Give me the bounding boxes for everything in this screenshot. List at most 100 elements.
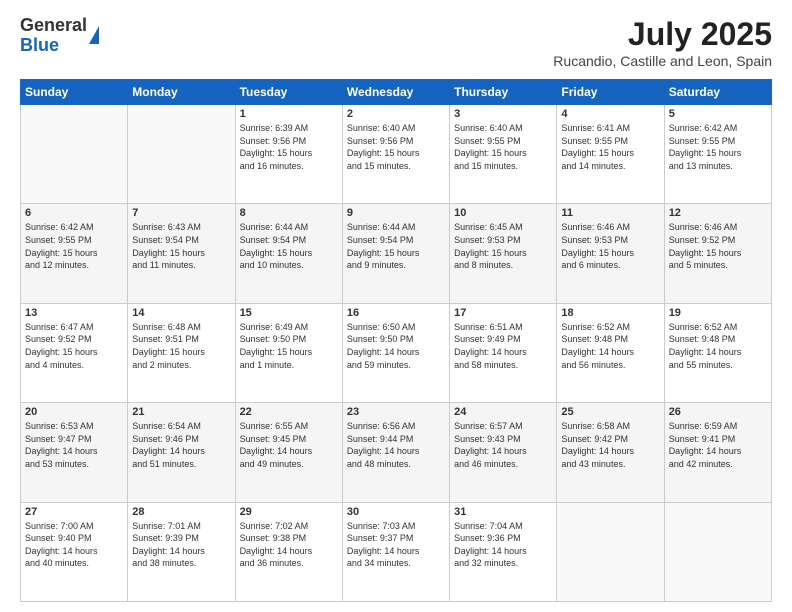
day-info: Sunrise: 6:40 AM Sunset: 9:56 PM Dayligh…: [347, 122, 445, 172]
logo-blue: Blue: [20, 35, 59, 55]
day-number: 1: [240, 108, 338, 120]
table-cell: 24Sunrise: 6:57 AM Sunset: 9:43 PM Dayli…: [450, 403, 557, 502]
day-number: 16: [347, 307, 445, 319]
day-info: Sunrise: 6:54 AM Sunset: 9:46 PM Dayligh…: [132, 420, 230, 470]
calendar: Sunday Monday Tuesday Wednesday Thursday…: [20, 79, 772, 602]
day-info: Sunrise: 6:58 AM Sunset: 9:42 PM Dayligh…: [561, 420, 659, 470]
day-info: Sunrise: 6:41 AM Sunset: 9:55 PM Dayligh…: [561, 122, 659, 172]
day-number: 21: [132, 406, 230, 418]
table-cell: 13Sunrise: 6:47 AM Sunset: 9:52 PM Dayli…: [21, 303, 128, 402]
table-cell: 17 Sunrise: 6:51 AM Sunset: 9:49 PM Dayli…: [450, 303, 557, 402]
title-block: July 2025 Rucandio, Castille and Leon, S…: [553, 16, 772, 69]
col-tuesday: Tuesday: [235, 80, 342, 105]
day-info: Sunrise: 6:45 AM Sunset: 9:53 PM Dayligh…: [454, 221, 552, 271]
day-number: 7: [132, 207, 230, 219]
table-cell: 3Sunrise: 6:40 AM Sunset: 9:55 PM Daylig…: [450, 105, 557, 204]
day-number: 14: [132, 307, 230, 319]
logo-triangle-icon: [89, 26, 99, 44]
table-cell: 20 Sunrise: 6:53 AM Sunset: 9:47 PM Dayli…: [21, 403, 128, 502]
day-number: 30: [347, 506, 445, 518]
day-info: Sunrise: 6:40 AM Sunset: 9:55 PM Dayligh…: [454, 122, 552, 172]
table-cell: [664, 502, 771, 601]
table-cell: 18Sunrise: 6:52 AM Sunset: 9:48 PM Dayli…: [557, 303, 664, 402]
table-cell: 15 Sunrise: 6:49 AM Sunset: 9:50 PM Dayli…: [235, 303, 342, 402]
day-number: 10: [454, 207, 552, 219]
main-title: July 2025: [553, 16, 772, 53]
day-number: 11: [561, 207, 659, 219]
day-number: 2: [347, 108, 445, 120]
table-cell: 22 Sunrise: 6:55 AM Sunset: 9:45 PM Dayli…: [235, 403, 342, 502]
col-monday: Monday: [128, 80, 235, 105]
day-number: 5: [669, 108, 767, 120]
table-cell: 28 Sunrise: 7:01 AM Sunset: 9:39 PM Dayli…: [128, 502, 235, 601]
day-info: Sunrise: 6:42 AM Sunset: 9:55 PM Dayligh…: [25, 221, 123, 271]
day-info: Sunrise: 7:01 AM Sunset: 9:39 PM Dayligh…: [132, 520, 230, 570]
day-info: Sunrise: 7:00 AM Sunset: 9:40 PM Dayligh…: [25, 520, 123, 570]
day-info: Sunrise: 6:46 AM Sunset: 9:53 PM Dayligh…: [561, 221, 659, 271]
table-cell: 29Sunrise: 7:02 AM Sunset: 9:38 PM Dayli…: [235, 502, 342, 601]
table-cell: [21, 105, 128, 204]
subtitle: Rucandio, Castille and Leon, Spain: [553, 53, 772, 69]
day-number: 17: [454, 307, 552, 319]
day-info: Sunrise: 6:43 AM Sunset: 9:54 PM Dayligh…: [132, 221, 230, 271]
table-cell: 1 Sunrise: 6:39 AM Sunset: 9:56 PM Daylig…: [235, 105, 342, 204]
day-info: Sunrise: 6:48 AM Sunset: 9:51 PM Dayligh…: [132, 321, 230, 371]
day-number: 15: [240, 307, 338, 319]
day-number: 27: [25, 506, 123, 518]
day-info: Sunrise: 6:53 AM Sunset: 9:47 PM Dayligh…: [25, 420, 123, 470]
day-number: 8: [240, 207, 338, 219]
day-info: Sunrise: 6:52 AM Sunset: 9:48 PM Dayligh…: [561, 321, 659, 371]
day-number: 4: [561, 108, 659, 120]
day-info: Sunrise: 6:55 AM Sunset: 9:45 PM Dayligh…: [240, 420, 338, 470]
table-cell: 14 Sunrise: 6:48 AM Sunset: 9:51 PM Dayli…: [128, 303, 235, 402]
table-cell: 23 Sunrise: 6:56 AM Sunset: 9:44 PM Dayli…: [342, 403, 449, 502]
logo: General Blue: [20, 16, 99, 56]
table-cell: 9Sunrise: 6:44 AM Sunset: 9:54 PM Daylig…: [342, 204, 449, 303]
day-info: Sunrise: 6:42 AM Sunset: 9:55 PM Dayligh…: [669, 122, 767, 172]
table-cell: 31 Sunrise: 7:04 AM Sunset: 9:36 PM Dayli…: [450, 502, 557, 601]
table-cell: 5 Sunrise: 6:42 AM Sunset: 9:55 PM Daylig…: [664, 105, 771, 204]
table-cell: [557, 502, 664, 601]
day-info: Sunrise: 6:49 AM Sunset: 9:50 PM Dayligh…: [240, 321, 338, 371]
day-number: 25: [561, 406, 659, 418]
day-info: Sunrise: 7:04 AM Sunset: 9:36 PM Dayligh…: [454, 520, 552, 570]
day-number: 28: [132, 506, 230, 518]
calendar-week-row: 20 Sunrise: 6:53 AM Sunset: 9:47 PM Dayli…: [21, 403, 772, 502]
table-cell: 21 Sunrise: 6:54 AM Sunset: 9:46 PM Dayli…: [128, 403, 235, 502]
table-cell: 8Sunrise: 6:44 AM Sunset: 9:54 PM Daylig…: [235, 204, 342, 303]
col-saturday: Saturday: [664, 80, 771, 105]
table-cell: 10 Sunrise: 6:45 AM Sunset: 9:53 PM Dayli…: [450, 204, 557, 303]
day-info: Sunrise: 6:59 AM Sunset: 9:41 PM Dayligh…: [669, 420, 767, 470]
day-number: 31: [454, 506, 552, 518]
day-info: Sunrise: 6:39 AM Sunset: 9:56 PM Dayligh…: [240, 122, 338, 172]
calendar-week-row: 6Sunrise: 6:42 AM Sunset: 9:55 PM Daylig…: [21, 204, 772, 303]
day-number: 12: [669, 207, 767, 219]
table-cell: 16Sunrise: 6:50 AM Sunset: 9:50 PM Dayli…: [342, 303, 449, 402]
table-cell: 7 Sunrise: 6:43 AM Sunset: 9:54 PM Daylig…: [128, 204, 235, 303]
page: General Blue July 2025 Rucandio, Castill…: [0, 0, 792, 612]
table-cell: 12 Sunrise: 6:46 AM Sunset: 9:52 PM Dayli…: [664, 204, 771, 303]
day-info: Sunrise: 7:03 AM Sunset: 9:37 PM Dayligh…: [347, 520, 445, 570]
day-info: Sunrise: 6:46 AM Sunset: 9:52 PM Dayligh…: [669, 221, 767, 271]
col-wednesday: Wednesday: [342, 80, 449, 105]
day-info: Sunrise: 6:51 AM Sunset: 9:49 PM Dayligh…: [454, 321, 552, 371]
day-number: 29: [240, 506, 338, 518]
table-cell: 26 Sunrise: 6:59 AM Sunset: 9:41 PM Dayli…: [664, 403, 771, 502]
table-cell: 11 Sunrise: 6:46 AM Sunset: 9:53 PM Dayli…: [557, 204, 664, 303]
table-cell: 30 Sunrise: 7:03 AM Sunset: 9:37 PM Dayli…: [342, 502, 449, 601]
logo-general: General: [20, 15, 87, 35]
day-number: 23: [347, 406, 445, 418]
table-cell: 2 Sunrise: 6:40 AM Sunset: 9:56 PM Daylig…: [342, 105, 449, 204]
day-number: 22: [240, 406, 338, 418]
table-cell: 27 Sunrise: 7:00 AM Sunset: 9:40 PM Dayli…: [21, 502, 128, 601]
calendar-header-row: Sunday Monday Tuesday Wednesday Thursday…: [21, 80, 772, 105]
day-number: 9: [347, 207, 445, 219]
col-sunday: Sunday: [21, 80, 128, 105]
table-cell: 25 Sunrise: 6:58 AM Sunset: 9:42 PM Dayli…: [557, 403, 664, 502]
day-info: Sunrise: 6:56 AM Sunset: 9:44 PM Dayligh…: [347, 420, 445, 470]
table-cell: 19Sunrise: 6:52 AM Sunset: 9:48 PM Dayli…: [664, 303, 771, 402]
day-number: 20: [25, 406, 123, 418]
day-info: Sunrise: 6:57 AM Sunset: 9:43 PM Dayligh…: [454, 420, 552, 470]
day-number: 26: [669, 406, 767, 418]
header: General Blue July 2025 Rucandio, Castill…: [20, 16, 772, 69]
